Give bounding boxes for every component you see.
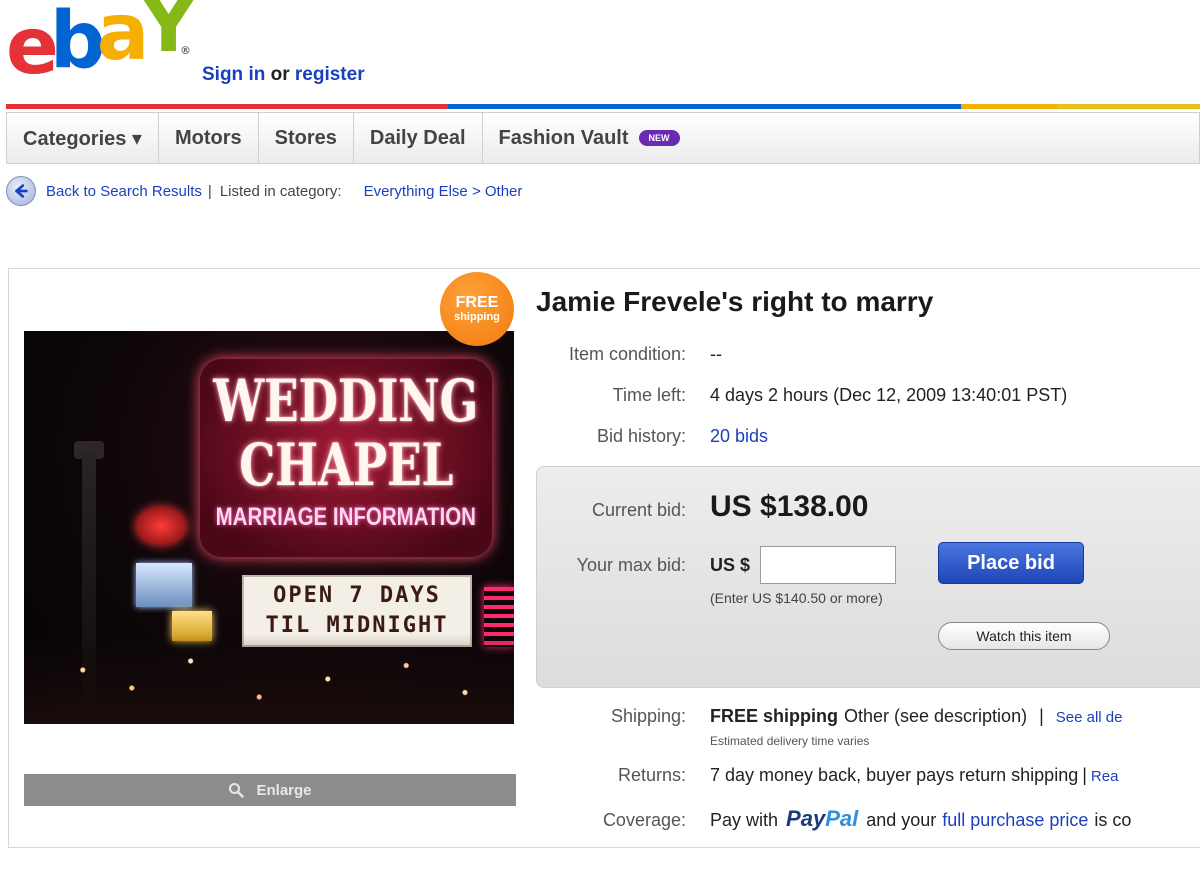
- max-bid-row: Your max bid: US $: [536, 546, 897, 584]
- free-shipping-badge: FREE shipping: [440, 272, 514, 346]
- free-shipping-line1: FREE: [455, 294, 499, 311]
- ebay-logo[interactable]: e b a Y ®: [6, 0, 197, 92]
- photo-side-sign-blue: [136, 563, 192, 607]
- currency-prefix: US $: [710, 554, 751, 575]
- registered-mark: ®: [180, 44, 191, 57]
- returns-separator: |: [1082, 765, 1087, 785]
- bid-history-link[interactable]: 20 bids: [710, 426, 768, 447]
- free-shipping-text: FREE shipping: [710, 706, 838, 726]
- sign-in-link[interactable]: Sign in: [202, 64, 265, 85]
- category-link[interactable]: Everything Else > Other: [364, 183, 523, 200]
- bid-history-label: Bid history:: [596, 426, 686, 446]
- condition-row: Item condition: --: [536, 344, 722, 365]
- photo-city-lights: [24, 634, 514, 724]
- register-link[interactable]: register: [295, 64, 365, 85]
- paypal-logo-pay: Pay: [786, 806, 826, 831]
- back-arrow-icon[interactable]: [6, 176, 36, 206]
- logo-letter-b: b: [49, 0, 106, 86]
- time-left-row: Time left: 4 days 2 hours (Dec 12, 2009 …: [536, 385, 1068, 406]
- nav-daily-deal[interactable]: Daily Deal: [354, 113, 483, 163]
- enlarge-button[interactable]: Enlarge: [24, 774, 516, 806]
- current-bid-row: Current bid: US $138.00: [536, 490, 869, 524]
- or-text: or: [270, 64, 290, 85]
- bid-hint: (Enter US $140.50 or more): [710, 590, 883, 606]
- coverage-and-your: and your: [866, 810, 937, 830]
- breadcrumb: Back to Search Results | Listed in categ…: [6, 176, 522, 206]
- logo-letter-e: e: [6, 2, 59, 92]
- color-bar-blue: [447, 104, 962, 109]
- sign-in-register: Sign in or register: [202, 64, 365, 86]
- nav-stores[interactable]: Stores: [259, 113, 354, 163]
- returns-read-more-link[interactable]: Rea: [1091, 768, 1119, 785]
- coverage-row: Coverage: Pay with PayPal and your full …: [536, 806, 1131, 832]
- nav-motors[interactable]: Motors: [159, 113, 259, 163]
- item-photo[interactable]: WEDDING CHAPEL MARRIAGE INFORMATION OPEN…: [24, 331, 514, 724]
- delivery-estimate: Estimated delivery time varies: [710, 734, 870, 748]
- current-bid-label: Current bid:: [591, 500, 686, 520]
- shipping-row: Shipping: FREE shipping Other (see descr…: [536, 706, 1123, 727]
- time-left-value: 4 days 2 hours (Dec 12, 2009 13:40:01 PS…: [710, 385, 1068, 405]
- nav-fashion-vault-label: Fashion Vault: [498, 126, 629, 149]
- time-left-label: Time left:: [612, 385, 686, 405]
- magnifier-icon: [229, 783, 245, 798]
- back-to-search-link[interactable]: Back to Search Results: [46, 183, 202, 200]
- see-all-details-link[interactable]: See all de: [1056, 709, 1123, 726]
- sign-line-1: WEDDING: [213, 367, 479, 435]
- returns-value: 7 day money back, buyer pays return ship…: [710, 765, 1079, 785]
- breadcrumb-separator: |: [207, 182, 212, 200]
- wedding-chapel-sign: WEDDING CHAPEL MARRIAGE INFORMATION: [200, 359, 492, 557]
- current-bid-value: US $138.00: [710, 490, 869, 523]
- sign-line-2: CHAPEL: [238, 431, 454, 499]
- shipping-method: Other (see description): [844, 706, 1028, 726]
- listed-in-label: Listed in category:: [219, 182, 342, 200]
- enlarge-label: Enlarge: [256, 781, 312, 799]
- free-shipping-line2: shipping: [454, 311, 500, 323]
- bid-history-row: Bid history: 20 bids: [536, 426, 768, 447]
- logo-letter-a: a: [96, 0, 150, 78]
- nav-fashion-vault[interactable]: Fashion Vault NEW: [483, 113, 696, 163]
- shipping-separator: |: [1039, 706, 1044, 726]
- color-bar-orange: [961, 104, 1057, 109]
- coverage-tail: is co: [1094, 810, 1132, 830]
- place-bid-button[interactable]: Place bid: [938, 542, 1084, 584]
- sign-subtitle: MARRIAGE INFORMATION: [215, 503, 477, 531]
- new-badge: NEW: [638, 130, 680, 146]
- watch-item-button[interactable]: Watch this item: [938, 622, 1110, 650]
- color-bar-red: [6, 104, 448, 109]
- coverage-pay-with: Pay with: [710, 810, 779, 830]
- returns-label: Returns:: [617, 765, 686, 785]
- color-bar-yellow: [1056, 104, 1200, 109]
- marquee-line-1: OPEN 7 DAYS: [273, 583, 441, 608]
- paypal-logo-pal: Pal: [825, 806, 859, 831]
- coverage-label: Coverage:: [602, 810, 686, 830]
- condition-label: Item condition:: [568, 344, 686, 364]
- shipping-label: Shipping:: [610, 706, 686, 726]
- max-bid-input[interactable]: [760, 546, 897, 584]
- full-purchase-price-link[interactable]: full purchase price: [942, 810, 1088, 831]
- max-bid-label: Your max bid:: [576, 554, 686, 575]
- brand-color-bar: [6, 104, 1200, 109]
- condition-value: --: [710, 344, 722, 364]
- nav-categories[interactable]: Categories ▾: [7, 113, 159, 163]
- top-nav: Categories ▾ Motors Stores Daily Deal Fa…: [6, 112, 1200, 164]
- returns-row: Returns: 7 day money back, buyer pays re…: [536, 765, 1118, 786]
- item-title: Jamie Frevele's right to marry: [536, 286, 934, 317]
- photo-side-sign: [136, 507, 186, 545]
- paypal-logo: PayPal: [786, 806, 858, 832]
